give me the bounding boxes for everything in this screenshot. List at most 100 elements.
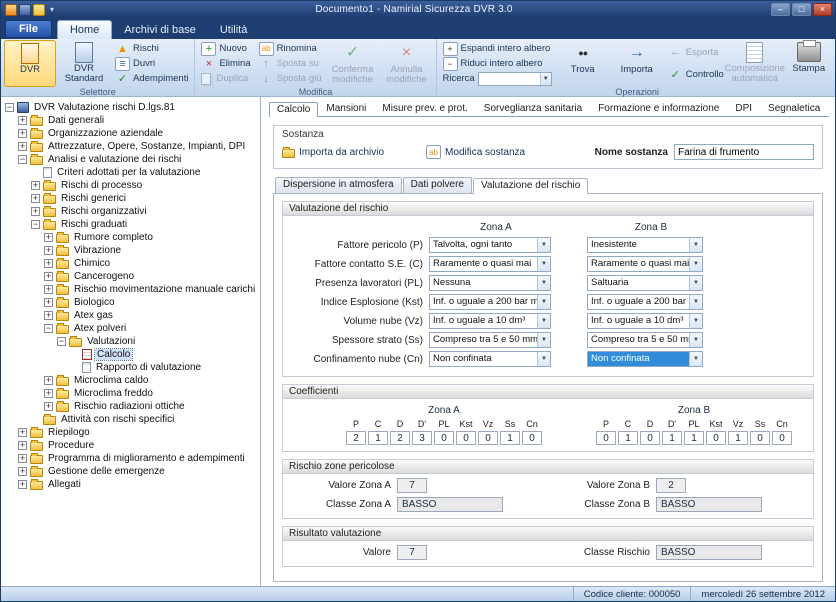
tree-item-16[interactable]: Atex gas — [3, 309, 260, 322]
tree-toggle-icon[interactable] — [31, 181, 40, 190]
duplica-button[interactable]: Duplica — [198, 71, 253, 86]
content-tab-4[interactable]: Formazione e informazione — [590, 101, 727, 116]
combo-dropdown-icon[interactable] — [537, 333, 550, 347]
tree-toggle-icon[interactable] — [18, 142, 27, 151]
importa-button[interactable]: Importa — [611, 40, 663, 87]
annulla-modifiche-button[interactable]: Annulla modifiche — [381, 40, 433, 87]
combo-zona-b-3[interactable]: Inf. o uguale a 200 bar m/s — [587, 294, 703, 310]
tree-toggle-icon[interactable] — [31, 220, 40, 229]
dvr-button[interactable]: DVR — [4, 40, 56, 87]
combo-dropdown-icon[interactable] — [689, 238, 702, 252]
nome-sostanza-input[interactable] — [674, 144, 814, 160]
espandi-albero-button[interactable]: Espandi intero albero — [440, 41, 555, 56]
tree-item-6[interactable]: Rischi di processo — [3, 179, 260, 192]
tree-toggle-icon[interactable] — [18, 454, 27, 463]
tree-toggle-icon[interactable] — [44, 311, 53, 320]
combo-zona-a-4[interactable]: Inf. o uguale a 10 dm³ — [429, 313, 551, 329]
tree-toggle-icon[interactable] — [44, 389, 53, 398]
combo-zona-b-2[interactable]: Saltuaria — [587, 275, 703, 291]
tree-item-25[interactable]: Riepilogo — [3, 426, 260, 439]
tree-item-13[interactable]: Cancerogeno — [3, 270, 260, 283]
minimize-button[interactable]: – — [771, 3, 790, 16]
importa-da-archivio-button[interactable]: Importa da archivio — [282, 147, 384, 158]
tree-toggle-icon[interactable] — [18, 428, 27, 437]
combo-zona-a-2[interactable]: Nessuna — [429, 275, 551, 291]
subtab-2[interactable]: Valutazione del rischio — [473, 178, 588, 194]
combo-dropdown-icon[interactable] — [537, 295, 550, 309]
conferma-modifiche-button[interactable]: Conferma modifiche — [327, 40, 379, 87]
combo-zona-b-5[interactable]: Compreso tra 5 e 50 mm — [587, 332, 703, 348]
close-button[interactable]: × — [813, 3, 832, 16]
content-tab-2[interactable]: Misure prev. e prot. — [374, 101, 475, 116]
combo-zona-b-1[interactable]: Raramente o quasi mai — [587, 256, 703, 272]
content-tab-5[interactable]: DPI — [727, 101, 760, 116]
maximize-button[interactable]: □ — [792, 3, 811, 16]
tree-item-11[interactable]: Vibrazione — [3, 244, 260, 257]
dvr-standard-button[interactable]: DVR Standard — [58, 40, 110, 87]
tree-item-24[interactable]: Attività con rischi specifici — [3, 413, 260, 426]
rischi-button[interactable]: Rischi — [112, 41, 191, 56]
content-tab-1[interactable]: Mansioni — [318, 101, 374, 116]
ribbon-tab-2[interactable]: Utilità — [208, 21, 260, 39]
save-icon[interactable] — [19, 4, 31, 16]
esporta-button[interactable]: Esporta — [665, 45, 727, 60]
tree-item-19[interactable]: Calcolo — [3, 348, 260, 361]
sposta-giu-button[interactable]: Sposta giù — [256, 71, 325, 86]
combo-zona-b-0[interactable]: Inesistente — [587, 237, 703, 253]
combo-zona-a-0[interactable]: Talvolta, ogni tanto — [429, 237, 551, 253]
tree-toggle-icon[interactable] — [44, 259, 53, 268]
combo-dropdown-icon[interactable] — [689, 314, 702, 328]
combo-dropdown-icon[interactable] — [689, 257, 702, 271]
tree-item-27[interactable]: Programma di miglioramento e adempimenti — [3, 452, 260, 465]
tree-toggle-icon[interactable] — [18, 155, 27, 164]
tree-item-7[interactable]: Rischi generici — [3, 192, 260, 205]
combo-dropdown-icon[interactable] — [689, 276, 702, 290]
riduci-albero-button[interactable]: Riduci intero albero — [440, 56, 555, 71]
combo-zona-a-1[interactable]: Raramente o quasi mai — [429, 256, 551, 272]
combo-zona-a-6[interactable]: Non confinata — [429, 351, 551, 367]
tree-toggle-icon[interactable] — [18, 129, 27, 138]
tree-item-22[interactable]: Microclima freddo — [3, 387, 260, 400]
tree-item-28[interactable]: Gestione delle emergenze — [3, 465, 260, 478]
tree-item-2[interactable]: Organizzazione aziendale — [3, 127, 260, 140]
tree-item-26[interactable]: Procedure — [3, 439, 260, 452]
combo-dropdown-icon[interactable] — [537, 257, 550, 271]
tree-toggle-icon[interactable] — [18, 467, 27, 476]
subtab-0[interactable]: Dispersione in atmosfera — [275, 177, 402, 193]
tree-item-8[interactable]: Rischi organizzativi — [3, 205, 260, 218]
combo-dropdown-icon[interactable] — [689, 352, 702, 366]
duvri-button[interactable]: Duvri — [112, 56, 191, 71]
combo-zona-a-5[interactable]: Compreso tra 5 e 50 mm — [429, 332, 551, 348]
tree-item-0[interactable]: DVR Valutazione rischi D.lgs.81 — [3, 101, 260, 114]
tree-item-10[interactable]: Rumore completo — [3, 231, 260, 244]
tree-toggle-icon[interactable] — [44, 376, 53, 385]
tree-toggle-icon[interactable] — [57, 337, 66, 346]
ribbon-tab-1[interactable]: Archivi di base — [112, 21, 208, 39]
sposta-su-button[interactable]: Sposta su — [256, 56, 325, 71]
ribbon-tab-0[interactable]: Home — [57, 20, 112, 39]
tree-item-15[interactable]: Biologico — [3, 296, 260, 309]
combo-dropdown-icon[interactable] — [537, 314, 550, 328]
modifica-sostanza-button[interactable]: Modifica sostanza — [426, 145, 525, 159]
trova-button[interactable]: Trova — [557, 40, 609, 87]
tree-item-18[interactable]: Valutazioni — [3, 335, 260, 348]
tree-toggle-icon[interactable] — [44, 285, 53, 294]
tree-toggle-icon[interactable] — [31, 194, 40, 203]
tree-toggle-icon[interactable] — [44, 246, 53, 255]
tree-item-9[interactable]: Rischi graduati — [3, 218, 260, 231]
open-icon[interactable] — [33, 4, 45, 16]
combo-dropdown-icon[interactable] — [537, 352, 550, 366]
tree-item-1[interactable]: Dati generali — [3, 114, 260, 127]
content-tab-0[interactable]: Calcolo — [269, 102, 318, 117]
content-tab-3[interactable]: Sorveglianza sanitaria — [476, 101, 590, 116]
elimina-button[interactable]: Elimina — [198, 56, 253, 71]
tree-toggle-icon[interactable] — [44, 272, 53, 281]
composizione-automatica-button[interactable]: Composizione automatica — [729, 40, 781, 87]
tree-toggle-icon[interactable] — [18, 116, 27, 125]
combo-dropdown-icon[interactable] — [689, 295, 702, 309]
nuovo-button[interactable]: Nuovo — [198, 41, 253, 56]
quick-access-dropdown-icon[interactable]: ▾ — [47, 5, 57, 14]
tree-toggle-icon[interactable] — [18, 441, 27, 450]
file-menu-button[interactable]: File — [5, 20, 52, 38]
tree-toggle-icon[interactable] — [5, 103, 14, 112]
